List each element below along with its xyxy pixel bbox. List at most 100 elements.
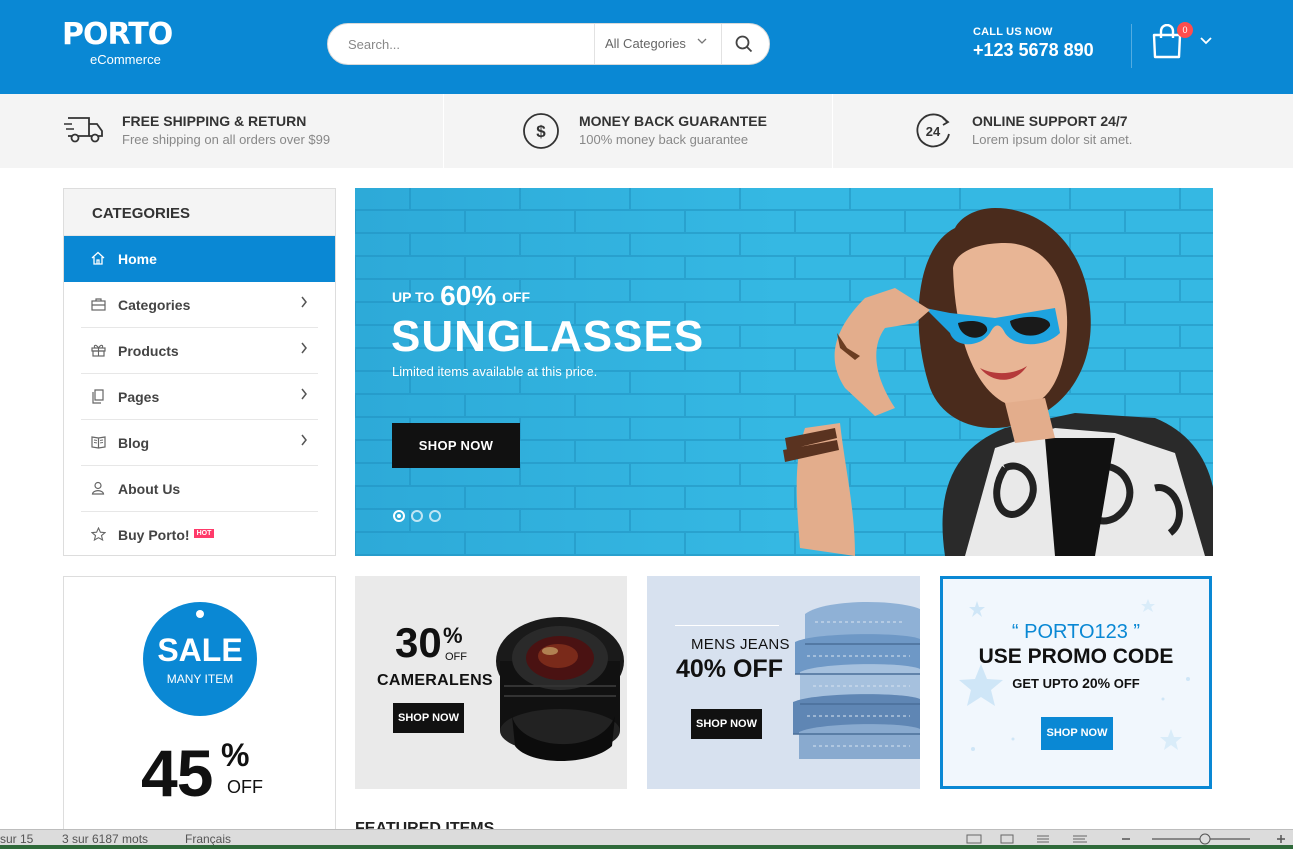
status-language[interactable]: Français bbox=[185, 832, 231, 846]
info-divider bbox=[832, 94, 833, 168]
sidebar-item-about-us[interactable]: About Us bbox=[81, 466, 318, 512]
info-title: FREE SHIPPING & RETURN bbox=[122, 113, 307, 129]
camera-percent-sign: % bbox=[443, 623, 463, 648]
support-24-icon: 24 bbox=[914, 112, 954, 155]
chevron-right-icon bbox=[300, 295, 308, 312]
home-icon bbox=[91, 251, 105, 268]
categories-sidebar: CATEGORIES Home Categories Products Page… bbox=[63, 188, 336, 556]
star-icon bbox=[90, 526, 107, 544]
promo-get-upto: GET UPTO bbox=[1012, 676, 1079, 691]
info-title: MONEY BACK GUARANTEE bbox=[579, 113, 767, 129]
promo-title: USE PROMO CODE bbox=[978, 645, 1174, 668]
sale-many-item: MANY ITEM bbox=[166, 672, 234, 686]
camera-shop-now-button[interactable]: SHOP NOW bbox=[393, 703, 464, 733]
cart-count-badge: 0 bbox=[1177, 22, 1193, 38]
mens-jeans-banner[interactable]: MENS JEANS 40% OFF SHOP NOW bbox=[647, 576, 920, 789]
slider-dot-3[interactable] bbox=[429, 510, 441, 522]
sidebar-item-label: Pages bbox=[118, 389, 160, 405]
status-words[interactable]: 3 sur 6187 mots bbox=[62, 832, 148, 846]
logo[interactable]: PORTO eCommerce bbox=[62, 17, 173, 68]
sidebar-item-label: About Us bbox=[118, 481, 181, 497]
jeans-divider bbox=[675, 625, 779, 626]
call-label: CALL US NOW bbox=[973, 26, 1053, 38]
info-divider bbox=[443, 94, 444, 168]
window-bottom-edge bbox=[0, 845, 1293, 849]
search-icon bbox=[735, 35, 753, 53]
hero-title: SUNGLASSES bbox=[391, 312, 705, 361]
camera-percent: 30 bbox=[395, 619, 442, 666]
hero-subtitle: Limited items available at this price. bbox=[392, 364, 598, 379]
svg-text:24: 24 bbox=[926, 124, 941, 139]
book-icon bbox=[91, 435, 106, 452]
info-online-support: 24 ONLINE SUPPORT 24/7 Lorem ipsum dolor… bbox=[914, 94, 1214, 168]
hero-slider: UP TO 60% OFF SUNGLASSES Limited items a… bbox=[355, 188, 1213, 556]
hero-upto: UP TO 60% OFF bbox=[392, 280, 530, 312]
tag-hole bbox=[196, 610, 204, 618]
chevron-right-icon bbox=[300, 387, 308, 404]
info-money-back: $ MONEY BACK GUARANTEE 100% money back g… bbox=[522, 94, 822, 168]
info-title: ONLINE SUPPORT 24/7 bbox=[972, 113, 1128, 129]
truck-icon bbox=[64, 114, 104, 151]
sidebar-item-blog[interactable]: Blog bbox=[81, 420, 318, 466]
hero-upto-text: UP TO bbox=[392, 289, 435, 305]
promo-off: OFF bbox=[1113, 676, 1140, 691]
logo-main-text: PORTO bbox=[62, 17, 173, 52]
sale-off: OFF bbox=[227, 777, 263, 797]
pages-icon bbox=[91, 389, 105, 407]
cart-dropdown-icon[interactable] bbox=[1200, 34, 1212, 48]
chevron-down-icon bbox=[697, 37, 707, 48]
chevron-right-icon bbox=[300, 433, 308, 450]
header-divider bbox=[1131, 24, 1132, 68]
slider-dot-2[interactable] bbox=[411, 510, 423, 522]
categories-title: CATEGORIES bbox=[64, 189, 335, 236]
search-bar: All Categories bbox=[327, 23, 770, 65]
sidebar-item-buy-porto[interactable]: Buy Porto! HOT bbox=[81, 512, 318, 558]
info-subtitle: Free shipping on all orders over $99 bbox=[122, 132, 331, 147]
sidebar-item-label: Blog bbox=[118, 435, 150, 451]
status-page: sur 15 bbox=[0, 832, 34, 846]
briefcase-icon bbox=[91, 297, 106, 314]
camera-lens-image bbox=[496, 617, 624, 761]
hero-shop-now-button[interactable]: SHOP NOW bbox=[392, 423, 520, 468]
sidebar-item-home[interactable]: Home bbox=[64, 236, 335, 282]
sidebar-item-categories[interactable]: Categories bbox=[81, 282, 318, 328]
hero-off-text: OFF bbox=[502, 289, 531, 305]
jeans-stack-image bbox=[793, 602, 920, 759]
category-select-value: All Categories bbox=[605, 36, 686, 51]
jeans-discount: 40% OFF bbox=[676, 655, 783, 683]
sale-banner[interactable]: SALE MANY ITEM 45 % OFF bbox=[63, 576, 336, 836]
info-subtitle: Lorem ipsum dolor sit amet. bbox=[972, 132, 1133, 147]
promo-code-banner[interactable]: “ PORTO123 ” USE PROMO CODE GET UPTO 20%… bbox=[940, 576, 1212, 789]
sale-tag: SALE MANY ITEM bbox=[143, 602, 257, 716]
info-bar: FREE SHIPPING & RETURN Free shipping on … bbox=[0, 94, 1293, 168]
sale-word: SALE bbox=[157, 632, 243, 668]
call-phone[interactable]: +123 5678 890 bbox=[973, 40, 1094, 61]
dollar-circle-icon: $ bbox=[522, 112, 560, 155]
sidebar-item-products[interactable]: Products bbox=[81, 328, 318, 374]
sale-percent: 45 bbox=[141, 736, 213, 810]
search-button[interactable] bbox=[721, 24, 769, 64]
promo-percent: 20% bbox=[1082, 675, 1111, 691]
slider-dot-1[interactable] bbox=[393, 510, 405, 522]
sale-percent-sign: % bbox=[221, 737, 250, 773]
info-free-shipping: FREE SHIPPING & RETURN Free shipping on … bbox=[64, 94, 444, 168]
svg-text:$: $ bbox=[536, 122, 546, 141]
category-select[interactable]: All Categories bbox=[594, 24, 722, 64]
sidebar-item-pages[interactable]: Pages bbox=[81, 374, 318, 420]
sidebar-item-label: Categories bbox=[118, 297, 191, 313]
chevron-right-icon bbox=[300, 341, 308, 358]
hero-percent: 60% bbox=[440, 280, 497, 311]
sidebar-item-label: Products bbox=[118, 343, 179, 359]
promo-subtitle: GET UPTO 20% OFF bbox=[943, 675, 1209, 691]
site-header: PORTO eCommerce All Categories CALL US N… bbox=[0, 0, 1293, 94]
sidebar-item-label-text: Buy Porto! bbox=[118, 527, 190, 543]
gift-icon bbox=[91, 343, 106, 360]
info-subtitle: 100% money back guarantee bbox=[579, 132, 749, 147]
camera-lens-banner[interactable]: 30 % OFF CAMERALENS SHOP NOW bbox=[355, 576, 627, 789]
search-input[interactable] bbox=[328, 24, 594, 64]
promo-shop-now-button[interactable]: SHOP NOW bbox=[1041, 717, 1113, 750]
jeans-shop-now-button[interactable]: SHOP NOW bbox=[691, 709, 762, 739]
jeans-title: MENS JEANS bbox=[691, 636, 790, 653]
promo-code: “ PORTO123 ” bbox=[1011, 621, 1141, 643]
logo-sub-text: eCommerce bbox=[90, 52, 161, 67]
